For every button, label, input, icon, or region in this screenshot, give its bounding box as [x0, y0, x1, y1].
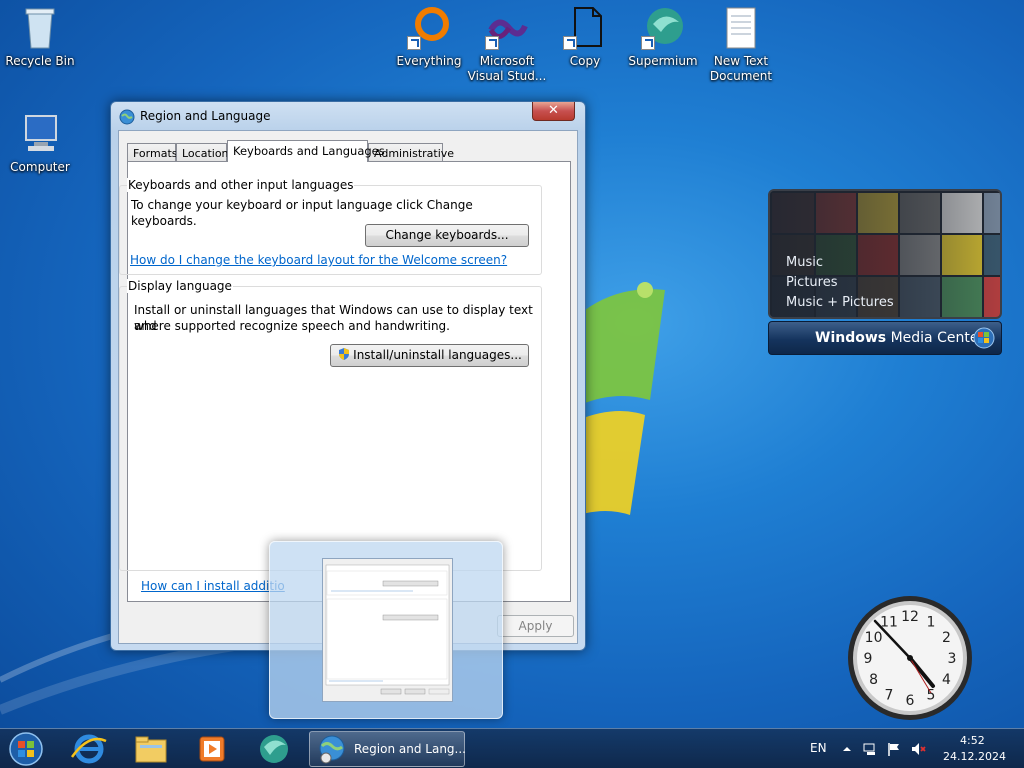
visual-studio-label: Microsoft Visual Stud...: [467, 54, 547, 83]
taskbar-thumbnail-preview[interactable]: [269, 541, 503, 719]
media-menu-pictures[interactable]: Pictures: [786, 273, 894, 293]
action-center-flag-icon[interactable]: [886, 741, 902, 757]
keyboards-group-title: Keyboards and other input languages: [127, 178, 355, 192]
copy-icon[interactable]: Copy: [545, 6, 625, 69]
tab-formats[interactable]: Formats: [127, 143, 178, 162]
tab-panel: Keyboards and other input languages To c…: [119, 161, 571, 602]
window-title: Region and Language: [140, 109, 271, 123]
clock-numeral: 6: [906, 693, 915, 709]
taskbar-time[interactable]: 4:52: [960, 734, 985, 747]
media-center-label: Windows Media Center: [815, 330, 985, 346]
supermium-label: Supermium: [628, 54, 698, 68]
taskbar-region-language-button[interactable]: Region and Lang...: [309, 731, 466, 767]
clock-numeral: 8: [869, 672, 878, 688]
everything-icon[interactable]: Everything: [389, 6, 469, 69]
clock-numeral: 3: [948, 651, 957, 667]
computer-icon[interactable]: Computer: [0, 112, 80, 175]
visual-studio-icon[interactable]: Microsoft Visual Stud...: [467, 6, 547, 84]
display-language-desc-line2: where supported recognize speech and han…: [134, 319, 450, 333]
internet-explorer-icon[interactable]: [62, 731, 114, 767]
media-menu-music-pictures[interactable]: Music + Pictures: [786, 293, 894, 313]
tab-location[interactable]: Location: [176, 143, 229, 162]
media-center-menu: Music Pictures Music + Pictures: [786, 253, 894, 313]
clock-numeral: 7: [885, 687, 894, 703]
window-titlebar[interactable]: Region and Language ✕: [111, 102, 585, 130]
new-text-document-label: New Text Document: [709, 54, 773, 83]
install-uninstall-languages-button[interactable]: Install/uninstall languages...: [330, 344, 529, 367]
clock-numeral: 12: [901, 609, 919, 625]
start-button-icon[interactable]: [6, 731, 46, 767]
install-additional-languages-link[interactable]: How can I install additio: [141, 579, 285, 593]
apply-button[interactable]: Apply: [497, 615, 574, 637]
media-center-bar[interactable]: Windows Media Center: [768, 321, 1002, 355]
taskbar-date[interactable]: 24.12.2024: [943, 750, 1006, 763]
recycle-bin-icon[interactable]: Recycle Bin: [0, 6, 80, 69]
thumbnail-window-image: [322, 558, 453, 702]
media-player-icon[interactable]: [186, 731, 238, 767]
clock-numeral: 5: [927, 687, 936, 703]
volume-muted-icon[interactable]: [910, 741, 926, 757]
supermium-icon[interactable]: Supermium: [623, 6, 703, 69]
taskbar: Region and Lang... EN 4:52 24.12.2024: [0, 728, 1024, 768]
everything-label: Everything: [396, 54, 462, 68]
windows-orb-icon: [973, 327, 995, 349]
copy-label: Copy: [569, 54, 601, 68]
recycle-bin-label: Recycle Bin: [5, 54, 75, 68]
clock-numeral: 2: [942, 630, 951, 646]
input-language-indicator[interactable]: EN: [810, 741, 827, 755]
supermium-taskbar-icon[interactable]: [248, 731, 300, 767]
close-button[interactable]: ✕: [532, 102, 575, 121]
file-explorer-icon[interactable]: [124, 731, 176, 767]
clock-numeral: 10: [865, 630, 883, 646]
media-menu-music[interactable]: Music: [786, 253, 894, 273]
tab-keyboards-and-languages[interactable]: Keyboards and Languages: [227, 140, 385, 162]
computer-label: Computer: [10, 160, 70, 174]
new-text-document-icon[interactable]: New Text Document: [701, 6, 781, 84]
clock-numeral: 4: [942, 672, 951, 688]
show-hidden-icons-icon[interactable]: [842, 744, 852, 754]
display-language-title: Display language: [127, 279, 233, 293]
display-language-group: Display language Install or uninstall la…: [119, 279, 542, 571]
taskbar-task-label: Region and Lang...: [354, 742, 466, 756]
install-uninstall-label: Install/uninstall languages...: [353, 348, 522, 362]
media-center-tiles: Music Pictures Music + Pictures: [768, 189, 1002, 319]
media-center-gadget[interactable]: Music Pictures Music + Pictures Windows …: [768, 189, 1002, 355]
globe-icon: [119, 109, 135, 125]
welcome-screen-keyboard-link[interactable]: How do I change the keyboard layout for …: [130, 253, 507, 267]
keyboards-group: Keyboards and other input languages To c…: [119, 178, 542, 275]
clock-numeral: 9: [864, 651, 873, 667]
clock-gadget[interactable]: 12 1234567891011: [845, 593, 975, 723]
region-globe-icon: [319, 735, 345, 764]
clock-numeral: 1: [927, 615, 936, 631]
uac-shield-icon: [339, 348, 350, 360]
network-icon[interactable]: [862, 741, 878, 757]
change-keyboards-button[interactable]: Change keyboards...: [365, 224, 529, 247]
